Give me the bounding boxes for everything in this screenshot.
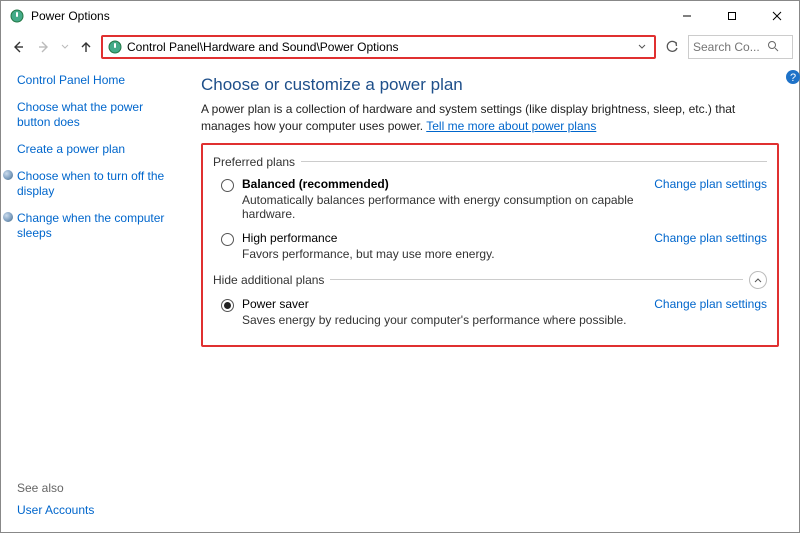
shield-icon xyxy=(3,170,13,180)
shield-icon xyxy=(3,212,13,222)
address-dropdown[interactable] xyxy=(634,43,650,51)
search-icon xyxy=(767,40,779,55)
back-button[interactable] xyxy=(7,36,29,58)
sidebar-link-home[interactable]: Control Panel Home xyxy=(17,73,173,88)
address-bar[interactable]: Control Panel\Hardware and Sound\Power O… xyxy=(101,35,656,59)
plan-body: Balanced (recommended) Automatically bal… xyxy=(242,177,644,221)
close-button[interactable] xyxy=(754,1,799,31)
plan-body: High performance Favors performance, but… xyxy=(242,231,644,261)
page-title: Choose or customize a power plan xyxy=(201,75,779,95)
plan-title: Balanced (recommended) xyxy=(242,177,644,191)
help-icon: ? xyxy=(785,69,800,85)
sidebar: Control Panel Home Choose what the power… xyxy=(1,63,181,532)
plan-body: Power saver Saves energy by reducing you… xyxy=(242,297,644,327)
svg-text:?: ? xyxy=(790,72,796,84)
group-label: Hide additional plans xyxy=(213,273,324,287)
additional-plans-group: Hide additional plans Power saver Saves … xyxy=(213,271,767,327)
address-icon xyxy=(107,39,123,55)
see-also-section: See also User Accounts xyxy=(17,481,173,522)
additional-plans-header: Hide additional plans xyxy=(213,271,767,289)
recent-dropdown[interactable] xyxy=(59,36,71,58)
refresh-button[interactable] xyxy=(660,35,684,59)
search-box[interactable] xyxy=(688,35,793,59)
chevron-down-icon xyxy=(638,43,646,51)
change-plan-settings-link[interactable]: Change plan settings xyxy=(654,231,767,245)
plan-radio-high-performance[interactable] xyxy=(221,233,234,246)
arrow-right-icon xyxy=(37,40,51,54)
plan-title: High performance xyxy=(242,231,644,245)
refresh-icon xyxy=(665,40,679,54)
address-path: Control Panel\Hardware and Sound\Power O… xyxy=(127,40,634,54)
chevron-down-icon xyxy=(61,43,69,51)
sidebar-link-sleep[interactable]: Change when the computer sleeps xyxy=(17,211,173,241)
group-label: Preferred plans xyxy=(213,155,295,169)
see-also-header: See also xyxy=(17,481,173,495)
arrow-up-icon xyxy=(79,40,93,54)
maximize-icon xyxy=(727,11,737,21)
help-button[interactable]: ? xyxy=(785,69,800,85)
chevron-up-icon xyxy=(754,276,762,284)
forward-button[interactable] xyxy=(33,36,55,58)
up-button[interactable] xyxy=(75,36,97,58)
plan-desc: Saves energy by reducing your computer's… xyxy=(242,313,644,327)
divider xyxy=(301,161,767,162)
titlebar: Power Options xyxy=(1,1,799,31)
sidebar-links: Control Panel Home Choose what the power… xyxy=(17,73,173,481)
sidebar-item-label: Choose when to turn off the display xyxy=(17,169,164,198)
see-also-user-accounts[interactable]: User Accounts xyxy=(17,503,173,518)
plan-desc: Automatically balances performance with … xyxy=(242,193,644,221)
plan-radio-power-saver[interactable] xyxy=(221,299,234,312)
page-description: A power plan is a collection of hardware… xyxy=(201,101,779,135)
minimize-button[interactable] xyxy=(664,1,709,31)
sidebar-link-create-plan[interactable]: Create a power plan xyxy=(17,142,173,157)
preferred-plans-group: Preferred plans Balanced (recommended) A… xyxy=(213,155,767,261)
divider xyxy=(330,279,743,280)
search-input[interactable] xyxy=(693,40,767,54)
plan-power-saver: Power saver Saves energy by reducing you… xyxy=(213,297,767,327)
collapse-button[interactable] xyxy=(749,271,767,289)
plan-desc: Favors performance, but may use more ene… xyxy=(242,247,644,261)
change-plan-settings-link[interactable]: Change plan settings xyxy=(654,297,767,311)
plan-title: Power saver xyxy=(242,297,644,311)
plan-balanced: Balanced (recommended) Automatically bal… xyxy=(213,177,767,221)
plans-highlight: Preferred plans Balanced (recommended) A… xyxy=(201,143,779,347)
change-plan-settings-link[interactable]: Change plan settings xyxy=(654,177,767,191)
main-panel: ? Choose or customize a power plan A pow… xyxy=(181,63,799,532)
sidebar-item-label: Change when the computer sleeps xyxy=(17,211,164,240)
learn-more-link[interactable]: Tell me more about power plans xyxy=(426,119,596,133)
close-icon xyxy=(772,11,782,21)
plan-radio-balanced[interactable] xyxy=(221,179,234,192)
preferred-plans-header: Preferred plans xyxy=(213,155,767,169)
window-title: Power Options xyxy=(31,9,664,23)
nav-row: Control Panel\Hardware and Sound\Power O… xyxy=(1,31,799,63)
app-icon xyxy=(9,8,25,24)
plan-high-performance: High performance Favors performance, but… xyxy=(213,231,767,261)
arrow-left-icon xyxy=(11,40,25,54)
maximize-button[interactable] xyxy=(709,1,754,31)
sidebar-link-display-off[interactable]: Choose when to turn off the display xyxy=(17,169,173,199)
window-controls xyxy=(664,1,799,31)
minimize-icon xyxy=(682,11,692,21)
content-area: Control Panel Home Choose what the power… xyxy=(1,63,799,532)
sidebar-link-power-button[interactable]: Choose what the power button does xyxy=(17,100,173,130)
